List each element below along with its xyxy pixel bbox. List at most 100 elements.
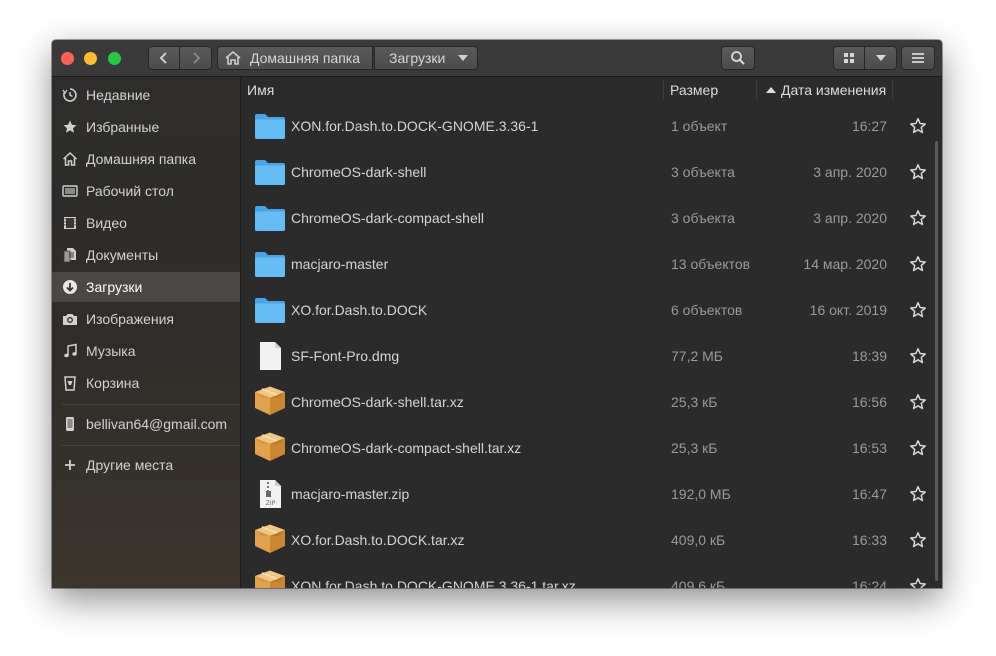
column-divider[interactable] xyxy=(756,80,757,100)
file-row[interactable]: XO.for.Dash.to.DOCK.tar.xz 409,0 кБ 16:33 xyxy=(241,517,942,563)
file-row[interactable]: ChromeOS-dark-shell 3 объекта 3 апр. 2020 xyxy=(241,149,942,195)
file-row[interactable]: XON.for.Dash.to.DOCK-GNOME.3.36-1.tar.xz… xyxy=(241,563,942,588)
vertical-scrollbar[interactable] xyxy=(935,141,938,581)
minimize-window-button[interactable] xyxy=(84,52,97,65)
file-name: SF-Font-Pro.dmg xyxy=(291,348,400,364)
file-row[interactable]: macjaro-master 13 объектов 14 мар. 2020 xyxy=(241,241,942,287)
column-name-header[interactable]: Имя xyxy=(247,77,274,103)
file-modified-date: 3 апр. 2020 xyxy=(813,164,887,180)
file-size: 25,3 кБ xyxy=(671,394,718,410)
file-row[interactable]: ZIP macjaro-master.zip 192,0 МБ 16:47 xyxy=(241,471,942,517)
sidebar-item-desktop[interactable]: Рабочий стол xyxy=(52,176,240,206)
folder-icon xyxy=(253,202,287,234)
file-modified-date: 16:33 xyxy=(851,532,887,548)
sidebar-item-other-locations[interactable]: Другие места xyxy=(52,450,240,480)
file-icon xyxy=(253,340,287,372)
file-size: 77,2 МБ xyxy=(671,348,723,364)
column-date-label: Дата изменения xyxy=(781,82,887,98)
folder-icon xyxy=(253,110,287,142)
sidebar-item-recent[interactable]: Недавние xyxy=(52,80,240,110)
file-name: XO.for.Dash.to.DOCK xyxy=(291,302,428,318)
desktop-icon xyxy=(62,183,78,199)
star-toggle-icon[interactable] xyxy=(909,531,927,549)
star-toggle-icon[interactable] xyxy=(909,347,927,365)
file-size: 192,0 МБ xyxy=(671,486,731,502)
column-divider[interactable] xyxy=(892,80,893,100)
sidebar-item-label: Другие места xyxy=(86,457,174,473)
file-row[interactable]: SF-Font-Pro.dmg 77,2 МБ 18:39 xyxy=(241,333,942,379)
file-size: 409,0 кБ xyxy=(671,532,726,548)
sidebar-item-downloads[interactable]: Загрузки xyxy=(52,272,240,302)
file-row[interactable]: ChromeOS-dark-shell.tar.xz 25,3 кБ 16:56 xyxy=(241,379,942,425)
sidebar-item-video[interactable]: Видео xyxy=(52,208,240,238)
file-row[interactable]: ChromeOS-dark-compact-shell.tar.xz 25,3 к… xyxy=(241,425,942,471)
sidebar-item-trash[interactable]: Корзина xyxy=(52,368,240,398)
breadcrumb-current-label: Загрузки xyxy=(389,50,446,66)
grid-view-button[interactable] xyxy=(833,46,865,70)
music-icon xyxy=(62,343,78,359)
close-window-button[interactable] xyxy=(61,52,74,65)
sidebar-item-label: Корзина xyxy=(86,375,140,391)
file-row[interactable]: XO.for.Dash.to.DOCK 6 объектов 16 окт. 201… xyxy=(241,287,942,333)
svg-text:ZIP: ZIP xyxy=(266,500,276,507)
star-toggle-icon[interactable] xyxy=(909,393,927,411)
breadcrumb-home[interactable]: Домашняя папка xyxy=(217,46,373,70)
maximize-window-button[interactable] xyxy=(108,52,121,65)
sidebar-item-music[interactable]: Музыка xyxy=(52,336,240,366)
star-toggle-icon[interactable] xyxy=(909,485,927,503)
breadcrumb-home-label: Домашняя папка xyxy=(250,50,361,66)
sidebar-item-label: Избранные xyxy=(86,119,160,135)
column-date-header[interactable]: Дата изменения xyxy=(765,77,886,103)
sidebar-item-pictures[interactable]: Изображения xyxy=(52,304,240,334)
file-modified-date: 16:24 xyxy=(851,578,887,588)
star-toggle-icon[interactable] xyxy=(909,439,927,457)
file-name: XON.for.Dash.to.DOCK-GNOME.3.36-1 xyxy=(291,118,539,134)
star-toggle-icon[interactable] xyxy=(909,209,927,227)
sort-ascending-icon xyxy=(766,87,776,93)
file-size: 13 объектов xyxy=(671,256,751,272)
file-row[interactable]: XON.for.Dash.to.DOCK-GNOME.3.36-1 1 объек… xyxy=(241,103,942,149)
folder-icon xyxy=(253,248,287,280)
folder-icon xyxy=(253,156,287,188)
triangle-down-icon xyxy=(458,55,469,61)
chevron-left-icon xyxy=(159,52,167,64)
star-toggle-icon[interactable] xyxy=(909,163,927,181)
star-toggle-icon[interactable] xyxy=(909,117,927,135)
file-name: ChromeOS-dark-compact-shell.tar.xz xyxy=(291,440,522,456)
file-name: XON.for.Dash.to.DOCK-GNOME.3.36-1.tar.xz xyxy=(291,578,576,588)
chevron-right-icon xyxy=(192,52,200,64)
sidebar-item-label: Документы xyxy=(86,247,159,263)
sidebar-item-label: Недавние xyxy=(86,87,151,103)
archive-box-icon xyxy=(253,524,287,556)
video-icon xyxy=(62,215,78,231)
file-name: ChromeOS-dark-shell.tar.xz xyxy=(291,394,464,410)
search-icon xyxy=(731,51,745,65)
file-size: 1 объект xyxy=(671,118,728,134)
column-size-header[interactable]: Размер xyxy=(670,77,718,103)
download-icon xyxy=(62,279,78,295)
file-size: 3 объекта xyxy=(671,210,735,226)
sidebar-item-starred[interactable]: Избранные xyxy=(52,112,240,142)
column-divider[interactable] xyxy=(663,80,664,100)
file-row[interactable]: ChromeOS-dark-compact-shell 3 объекта 3 ап… xyxy=(241,195,942,241)
back-button[interactable] xyxy=(148,46,180,70)
sidebar-item-home[interactable]: Домашняя папка xyxy=(52,144,240,174)
zip-archive-icon: ZIP xyxy=(253,478,287,510)
file-modified-date: 16:53 xyxy=(851,440,887,456)
sidebar-item-documents[interactable]: Документы xyxy=(52,240,240,270)
breadcrumb-current[interactable]: Загрузки xyxy=(374,46,478,70)
forward-button[interactable] xyxy=(180,46,212,70)
menu-button[interactable] xyxy=(901,46,935,70)
star-toggle-icon[interactable] xyxy=(909,255,927,273)
search-button[interactable] xyxy=(721,46,755,70)
sidebar-item-label: bellivan64@gmail.com xyxy=(86,416,228,432)
view-options-button[interactable] xyxy=(865,46,897,70)
triangle-down-icon xyxy=(875,55,886,61)
column-header: Имя Размер Дата изменения xyxy=(241,77,942,103)
sidebar-item-label: Изображения xyxy=(86,311,174,327)
sidebar-divider xyxy=(62,404,240,405)
sidebar-item-label: Домашняя папка xyxy=(86,151,197,167)
sidebar-item-account[interactable]: bellivan64@gmail.com xyxy=(52,409,240,439)
star-toggle-icon[interactable] xyxy=(909,577,927,588)
star-toggle-icon[interactable] xyxy=(909,301,927,319)
